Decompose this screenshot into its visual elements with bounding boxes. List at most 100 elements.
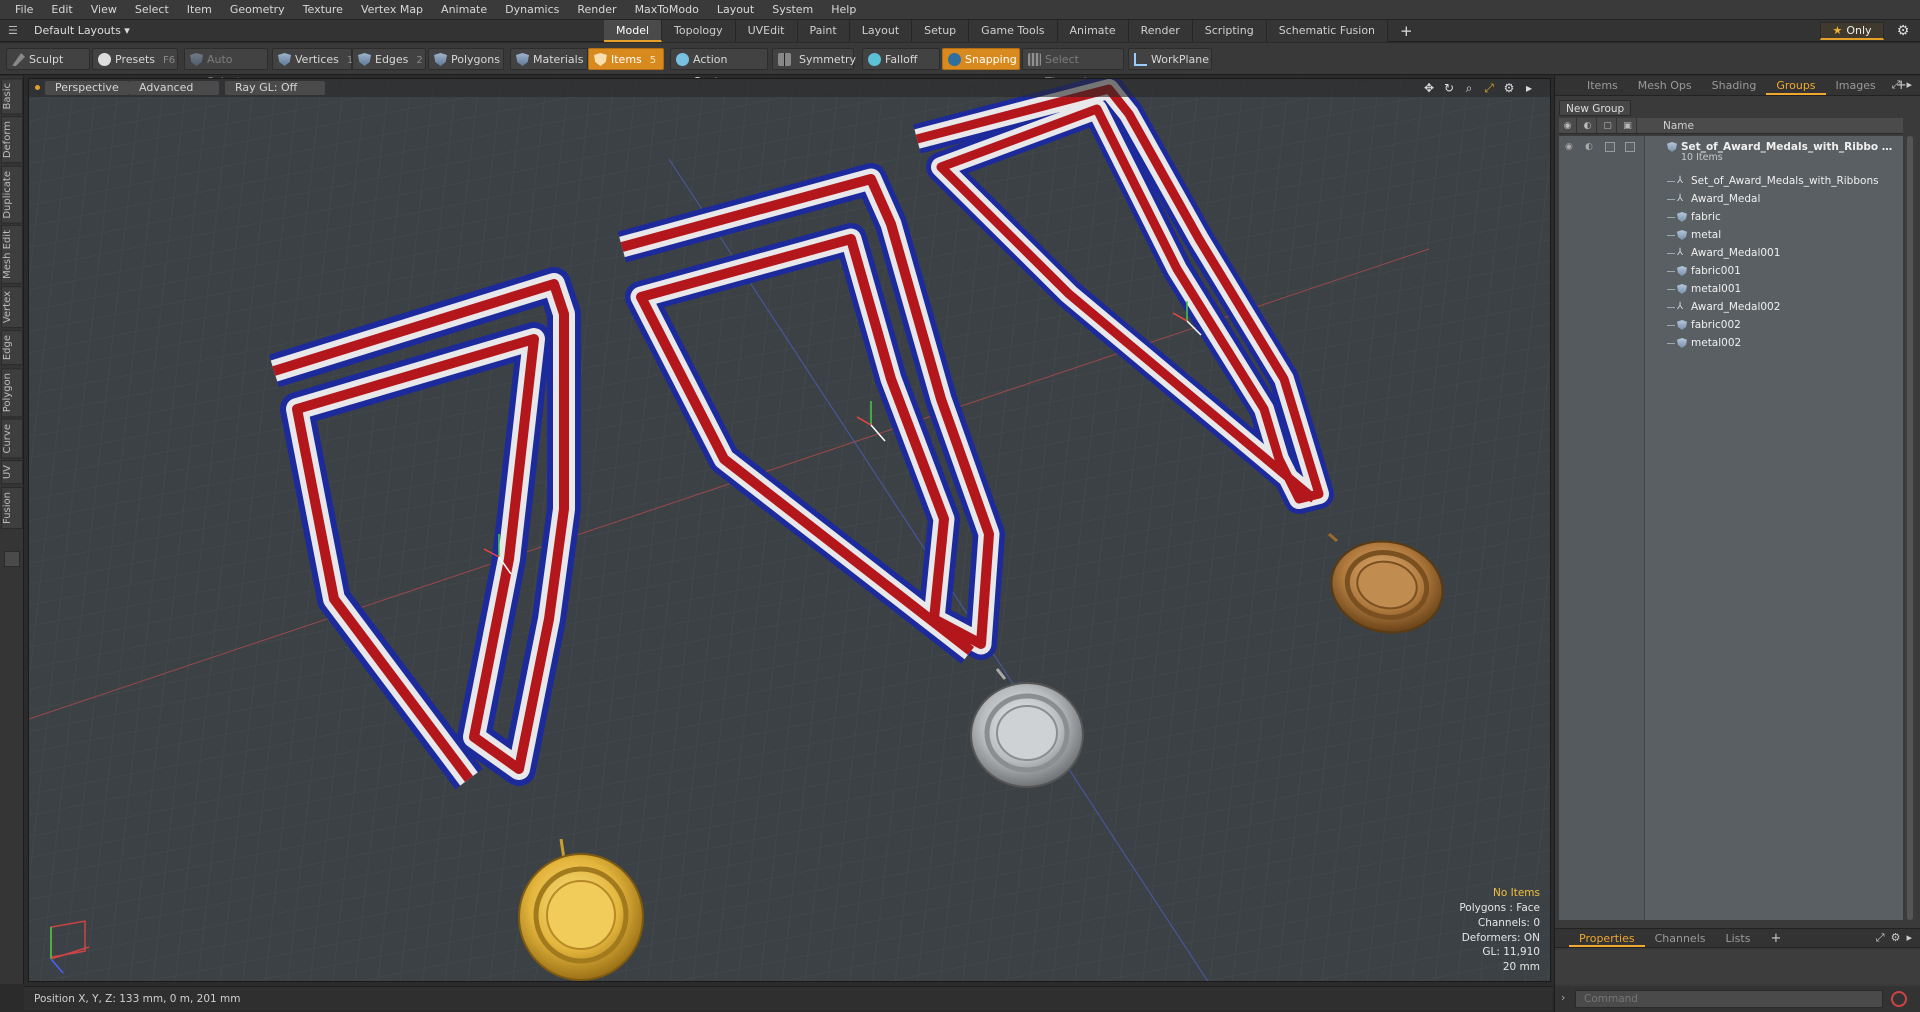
panel-menu-icon[interactable]: ▸ [1906,78,1912,92]
select-through-button[interactable]: Select Through [1022,48,1124,88]
materials-button[interactable]: Materials [510,48,588,70]
tab-model[interactable]: Model [604,20,663,42]
menu-animate[interactable]: Animate [432,0,496,20]
tab-lists[interactable]: Lists [1716,929,1761,947]
vtab-edge[interactable]: Edge [1,330,23,366]
tab-animate[interactable]: Animate [1057,20,1129,42]
menu-layout[interactable]: Layout [708,0,763,20]
tab-channels[interactable]: Channels [1645,929,1716,947]
tab-render[interactable]: Render [1128,20,1193,42]
select-checkbox[interactable] [1625,142,1635,152]
tab-layout[interactable]: Layout [849,20,913,42]
tab-schematic-fusion[interactable]: Schematic Fusion [1266,20,1389,42]
expand-panel-icon[interactable]: ⤢ [1892,78,1901,92]
tab-game-tools[interactable]: Game Tools [969,20,1058,42]
command-run-button[interactable] [1891,991,1907,1007]
tree-scrollbar[interactable] [1905,136,1915,920]
properties-gear-icon[interactable]: ⚙ [1891,931,1901,945]
expand-tabs-button[interactable] [4,550,20,567]
items-button[interactable]: Items 5 [588,48,664,70]
tree-row[interactable]: metal001 [1559,280,1903,298]
menu-help[interactable]: Help [822,0,865,20]
snapping-button[interactable]: Snapping [942,48,1020,70]
layout-menu-icon[interactable]: ☰ [8,24,22,38]
vtab-basic[interactable]: Basic [1,78,23,115]
menu-select[interactable]: Select [126,0,178,20]
zoom-view-icon[interactable]: ⌕ [1462,80,1476,96]
sculpt-button[interactable]: Sculpt [6,48,90,70]
raygl-button[interactable]: Ray GL: Off [225,81,325,95]
gear-icon[interactable]: ⚙ [1894,22,1912,40]
tab-topology[interactable]: Topology [662,20,736,42]
vtab-duplicate[interactable]: Duplicate [1,165,23,224]
menu-dynamics[interactable]: Dynamics [496,0,568,20]
shading-button[interactable]: Advanced [129,81,219,95]
polygons-button[interactable]: Polygons [428,48,504,70]
tab-scripting[interactable]: Scripting [1192,20,1267,42]
new-group-button[interactable]: New Group [1559,100,1632,116]
render-toggle-icon[interactable]: ◐ [1585,142,1595,152]
menu-item[interactable]: Item [178,0,221,20]
tree-row[interactable]: fabric002 [1559,316,1903,334]
tree-row[interactable]: metal [1559,226,1903,244]
menu-view[interactable]: View [82,0,126,20]
menu-system[interactable]: System [763,0,822,20]
menu-render[interactable]: Render [568,0,625,20]
vertices-button[interactable]: Vertices 1 [272,48,353,70]
workplane-button[interactable]: WorkPlane [1128,48,1212,70]
layout-select[interactable]: Default Layouts ▾ [34,23,130,39]
vtab-vertex[interactable]: Vertex [1,286,23,329]
tab-properties[interactable]: Properties [1569,929,1645,947]
tree-row[interactable]: metal002 [1559,334,1903,352]
menu-vertex-map[interactable]: Vertex Map [352,0,432,20]
add-properties-tab-button[interactable]: + [1760,929,1791,947]
falloff-button[interactable]: Falloff [862,48,940,70]
tree-row[interactable]: fabric001 [1559,262,1903,280]
name-column-header[interactable]: Name [1663,118,1694,134]
tree-row[interactable]: ⅄ Award_Medal001 [1559,244,1903,262]
tree-row[interactable]: fabric [1559,208,1903,226]
menu-texture[interactable]: Texture [294,0,352,20]
vtab-curve[interactable]: Curve [1,418,23,459]
presets-button[interactable]: Presets F6 [92,48,178,70]
vtab-deform[interactable]: Deform [1,116,23,164]
menu-edit[interactable]: Edit [42,0,81,20]
move-view-icon[interactable]: ✥ [1422,80,1436,96]
vtab-mesh-edit[interactable]: Mesh Edit [1,225,23,285]
action-center-button[interactable]: Action Center [670,48,768,88]
eye-icon[interactable]: ◉ [1565,142,1575,152]
lock-column-icon[interactable]: ▢ [1599,118,1617,134]
add-tab-button[interactable]: + [1388,20,1425,42]
lock-checkbox[interactable] [1605,142,1615,152]
menu-maxtomodo[interactable]: MaxToModo [626,0,708,20]
tab-uvedit[interactable]: UVEdit [735,20,798,42]
expand-properties-icon[interactable]: ⤢ [1876,931,1885,945]
properties-menu-icon[interactable]: ▸ [1906,931,1912,945]
tab-setup[interactable]: Setup [912,20,970,42]
tab-items[interactable]: Items [1577,76,1628,95]
vtab-fusion[interactable]: Fusion [1,486,23,529]
only-button[interactable]: ★ Only [1820,22,1884,40]
maximize-view-icon[interactable]: ⤢ [1482,80,1496,96]
viewport-menu-icon[interactable]: ▸ [1522,80,1536,96]
rotate-view-icon[interactable]: ↻ [1442,80,1456,96]
view-mode-button[interactable]: Perspective [45,81,129,95]
vtab-polygon[interactable]: Polygon [1,367,23,417]
symmetry-button[interactable]: Symmetry [772,48,856,70]
tab-shading[interactable]: Shading [1702,76,1767,95]
3d-viewport[interactable]: Perspective Advanced Ray GL: Off ✥ ↻ ⌕ ⤢… [28,78,1551,982]
tab-paint[interactable]: Paint [797,20,850,42]
tab-groups[interactable]: Groups [1766,76,1826,95]
menu-file[interactable]: File [6,0,42,20]
tree-row[interactable]: ⅄ Award_Medal002 [1559,298,1903,316]
tab-mesh-ops[interactable]: Mesh Ops [1628,76,1702,95]
tree-root-row[interactable]: ◉ ◐ Set_of_Award_Medals_with_Ribbo … 10 … [1559,138,1903,168]
viewport-settings-icon[interactable]: ⚙ [1502,80,1516,96]
tree-row[interactable]: ⅄ Set_of_Award_Medals_with_Ribbons [1559,172,1903,190]
menu-geometry[interactable]: Geometry [221,0,294,20]
command-history-icon[interactable]: › [1561,991,1565,1004]
scrollbar-thumb[interactable] [1907,136,1913,920]
command-input[interactable] [1575,990,1883,1008]
vtab-uv[interactable]: UV [1,460,23,485]
edges-button[interactable]: Edges 2 [352,48,426,70]
